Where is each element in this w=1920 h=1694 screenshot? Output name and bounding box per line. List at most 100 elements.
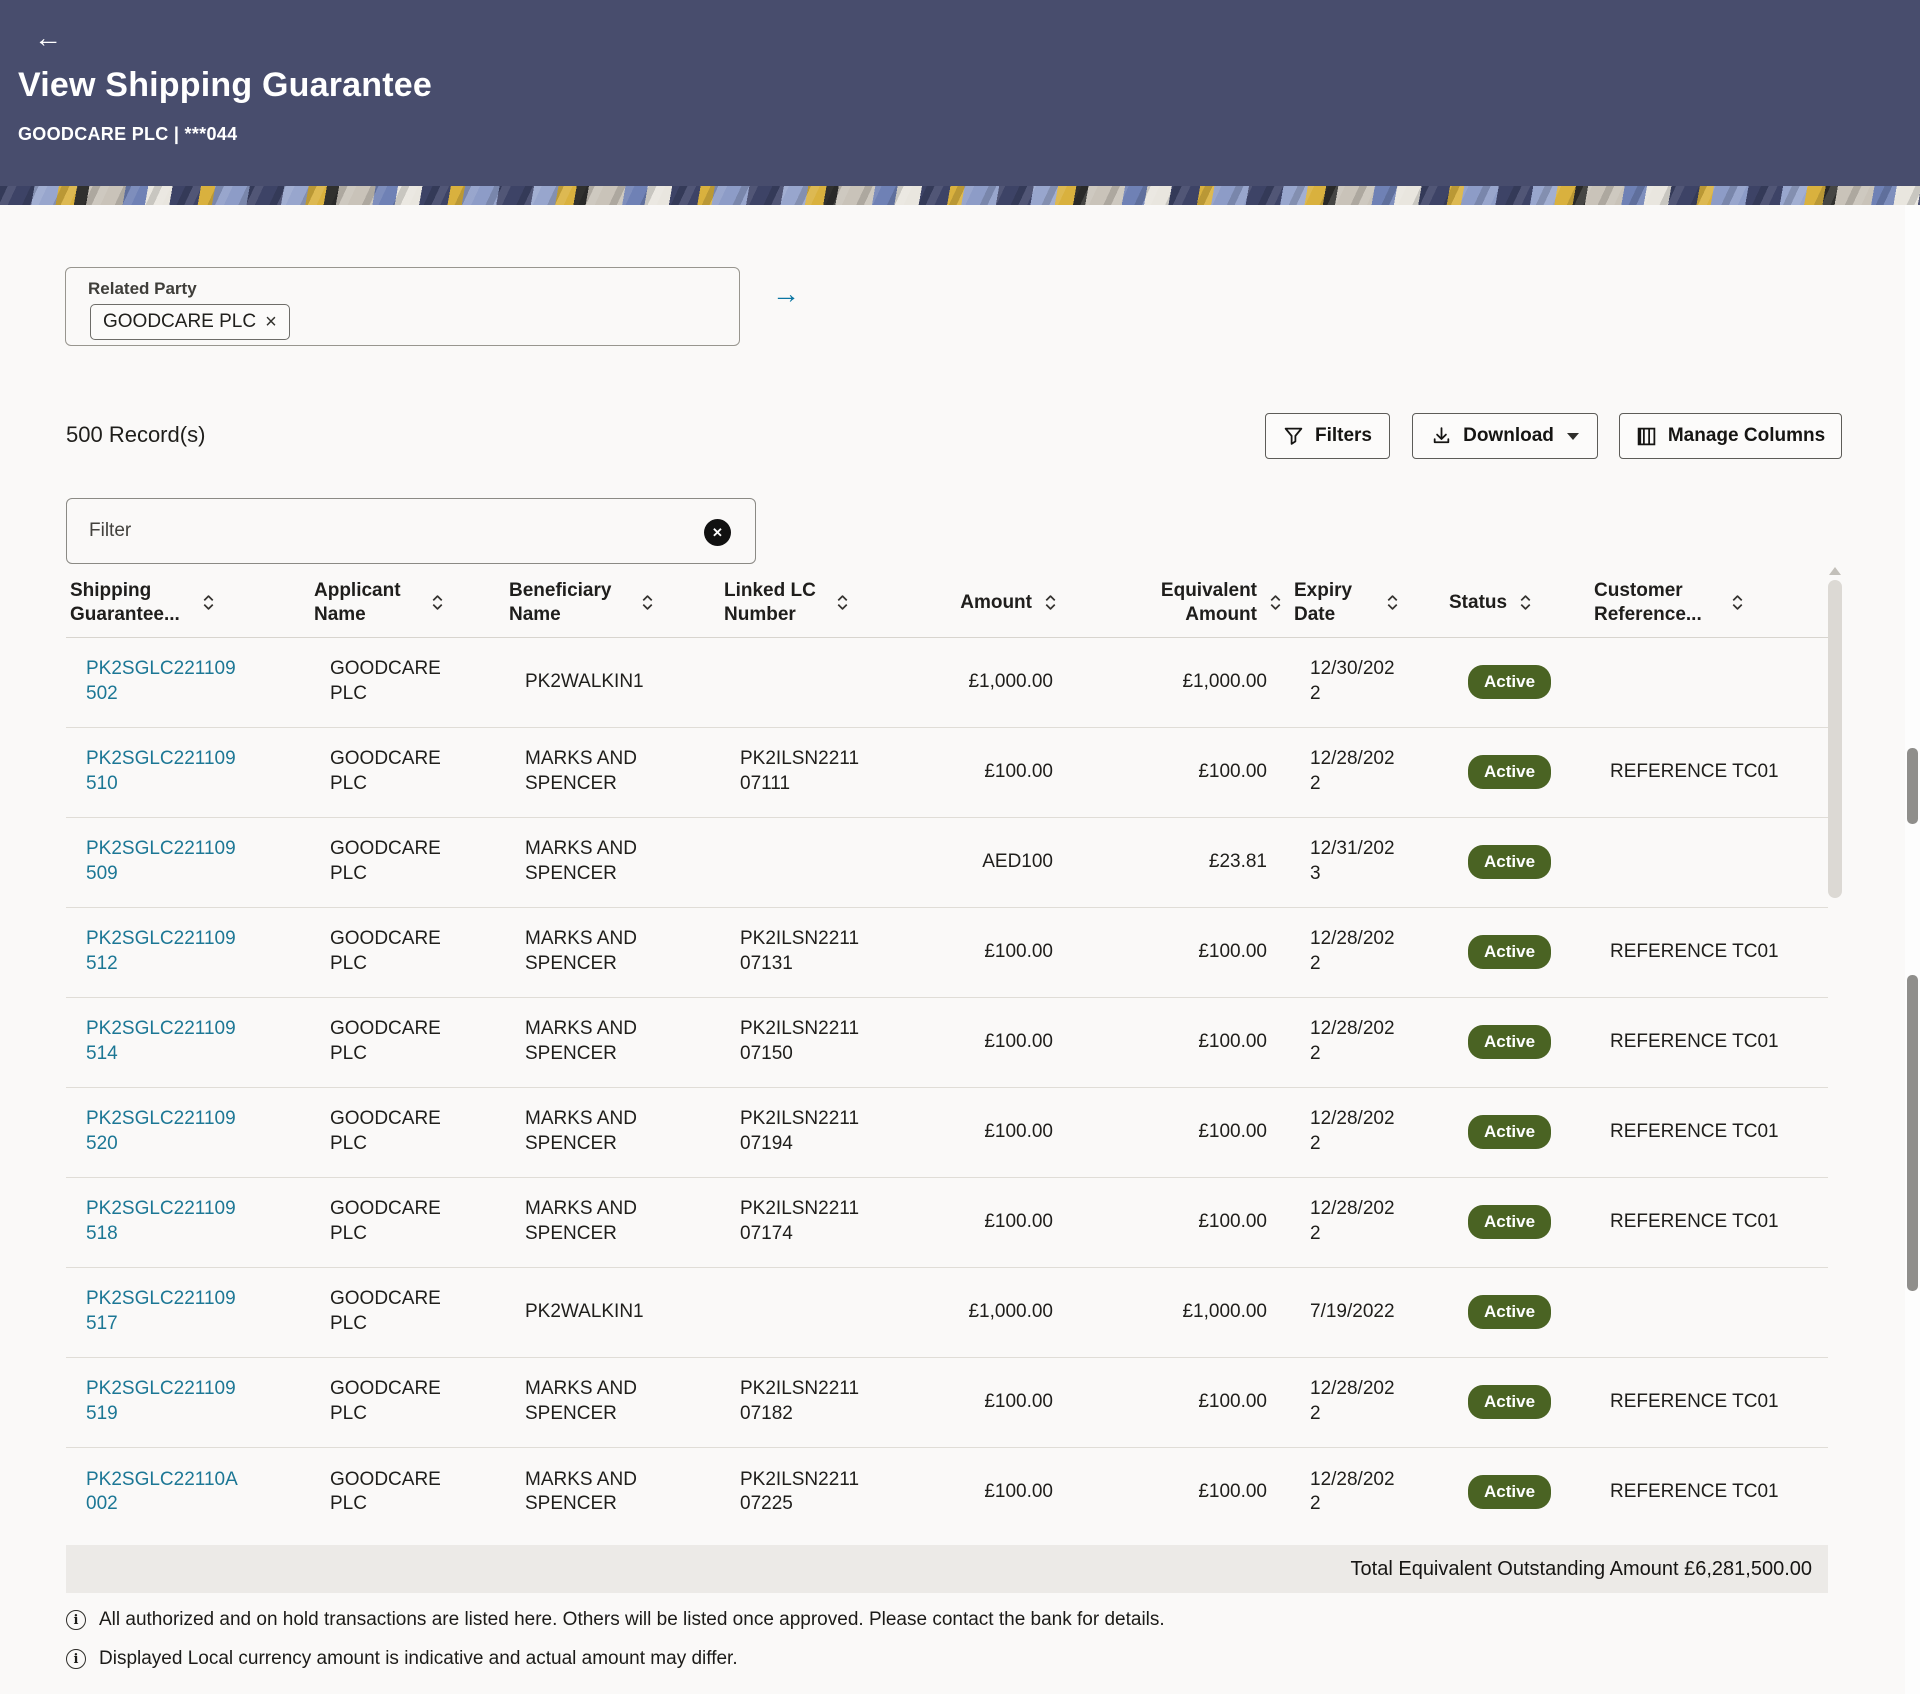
column-header-linked-lc-number[interactable]: Linked LC Number: [720, 569, 890, 637]
download-button[interactable]: Download: [1412, 413, 1598, 459]
sort-icon[interactable]: [1269, 594, 1282, 611]
page-scrollbar-thumb[interactable]: [1907, 748, 1918, 824]
cell-equivalent-amount: £1,000.00: [1065, 637, 1290, 727]
status-badge: Active: [1468, 755, 1551, 789]
related-party-chip[interactable]: GOODCARE PLC ×: [90, 304, 290, 340]
column-header-amount[interactable]: Amount: [890, 569, 1065, 637]
cell-expiry-date: 7/19/2022: [1290, 1267, 1445, 1357]
sort-icon[interactable]: [1044, 594, 1057, 611]
guarantee-ref-link[interactable]: PK2SGLC221109518: [86, 1197, 241, 1246]
cell-beneficiary-name: MARKS AND SPENCER: [505, 997, 720, 1087]
cell-applicant-name: GOODCARE PLC: [310, 997, 505, 1087]
cell-linked-lc-number: PK2ILSN221107194: [720, 1087, 890, 1177]
cell-text: REFERENCE TC01: [1610, 1211, 1779, 1232]
cell-text: PK2WALKIN1: [525, 670, 644, 695]
table-header-row: Shipping Guarantee... Applicant NameBenef…: [66, 569, 1828, 637]
guarantee-ref-link[interactable]: PK2SGLC221109519: [86, 1377, 241, 1426]
guarantee-ref-link[interactable]: PK2SGLC221109509: [86, 837, 241, 886]
filter-input[interactable]: [67, 499, 755, 563]
page-scrollbar-track[interactable]: [1905, 205, 1920, 1694]
cell-text: MARKS AND SPENCER: [525, 1107, 657, 1156]
sort-icon[interactable]: [1386, 594, 1399, 611]
table-scroll-up-icon[interactable]: [1829, 567, 1841, 575]
cell-beneficiary-name: MARKS AND SPENCER: [505, 1357, 720, 1447]
cell-text: PK2ILSN221107194: [740, 1107, 865, 1156]
cell-text: £100.00: [984, 1481, 1053, 1502]
column-label: Customer Reference...: [1594, 579, 1719, 627]
cell-applicant-name: GOODCARE PLC: [310, 1087, 505, 1177]
cell-equivalent-amount: £100.00: [1065, 907, 1290, 997]
clear-filter-icon[interactable]: ✕: [704, 519, 731, 546]
status-badge: Active: [1468, 1025, 1551, 1059]
cell-customer-reference: REFERENCE TC01: [1590, 1177, 1828, 1267]
cell-shipping-guarantee-ref: PK2SGLC221109517: [66, 1267, 310, 1357]
table-row: PK2SGLC221109510GOODCARE PLCMARKS AND SP…: [66, 727, 1828, 817]
cell-text: GOODCARE PLC: [330, 1377, 448, 1426]
cell-expiry-date: 12/28/2022: [1290, 907, 1445, 997]
cell-amount: £100.00: [890, 1177, 1065, 1267]
guarantee-ref-link[interactable]: PK2SGLC221109520: [86, 1107, 241, 1156]
cell-text: PK2ILSN221107182: [740, 1377, 865, 1426]
guarantee-ref-link[interactable]: PK2SGLC221109517: [86, 1287, 241, 1336]
cell-amount: £1,000.00: [890, 637, 1065, 727]
sort-icon[interactable]: [641, 594, 654, 611]
cell-text: £100.00: [984, 1391, 1053, 1412]
column-header-equivalent-amount[interactable]: Equivalent Amount: [1065, 569, 1290, 637]
guarantee-ref-link[interactable]: PK2SGLC22110A002: [86, 1468, 241, 1517]
chip-remove-icon[interactable]: ×: [265, 312, 277, 332]
sort-icon[interactable]: [1731, 594, 1744, 611]
table-scrollbar-thumb[interactable]: [1828, 580, 1842, 898]
table-row: PK2SGLC221109520 GOODCARE PLC MARKS AND SP…: [66, 1087, 1828, 1177]
column-header-customer-reference[interactable]: Customer Reference...: [1590, 569, 1828, 637]
chevron-down-icon: [1567, 433, 1579, 440]
cell-beneficiary-name: MARKS AND SPENCER: [505, 907, 720, 997]
guarantee-ref-link[interactable]: PK2SGLC221109512: [86, 927, 241, 976]
columns-icon: [1636, 426, 1657, 447]
cell-linked-lc-number: [720, 1267, 890, 1357]
cell-shipping-guarantee-ref: PK2SGLC221109519: [66, 1357, 310, 1447]
table-row: PK2SGLC22110A002 GOODCARE PLC MARKS AND SP…: [66, 1447, 1828, 1537]
cell-text: £100.00: [984, 941, 1053, 962]
cell-text: MARKS AND SPENCER: [525, 1468, 657, 1517]
cell-text: MARKS AND SPENCER: [525, 1017, 657, 1066]
column-label: Shipping Guarantee...: [70, 579, 190, 627]
sort-icon[interactable]: [1519, 594, 1532, 611]
cell-text: PK2ILSN221107225: [740, 1468, 865, 1517]
cell-amount: £100.00: [890, 997, 1065, 1087]
cell-text: £1,000.00: [1182, 1301, 1267, 1322]
page-subtitle: GOODCARE PLC | ***044: [18, 124, 237, 145]
sort-icon[interactable]: [202, 594, 215, 611]
cell-amount: £1,000.00: [890, 1267, 1065, 1357]
page-scrollbar-thumb[interactable]: [1907, 975, 1918, 1291]
guarantee-ref-link[interactable]: PK2SGLC221109514: [86, 1017, 241, 1066]
column-header-shipping-guarantee-ref[interactable]: Shipping Guarantee...: [66, 569, 310, 637]
apply-filter-arrow-icon[interactable]: →: [772, 278, 800, 310]
filters-button[interactable]: Filters: [1265, 413, 1390, 459]
column-header-expiry-date[interactable]: Expiry Date: [1290, 569, 1445, 637]
guarantee-ref-link[interactable]: PK2SGLC221109510: [86, 747, 241, 796]
column-header-beneficiary-name[interactable]: Beneficiary Name: [505, 569, 720, 637]
table-row: PK2SGLC221109518GOODCARE PLCMARKS AND SP…: [66, 1177, 1828, 1267]
back-button[interactable]: ←: [34, 24, 62, 52]
cell-text: MARKS AND SPENCER: [525, 1377, 657, 1426]
cell-linked-lc-number: PK2ILSN221107131: [720, 907, 890, 997]
cell-text: GOODCARE PLC: [330, 1107, 448, 1156]
sort-icon[interactable]: [431, 594, 444, 611]
related-party-field[interactable]: Related Party GOODCARE PLC ×: [65, 267, 740, 346]
cell-text: £100.00: [1198, 941, 1267, 962]
cell-text: 12/28/2022: [1310, 927, 1405, 976]
cell-status: Active: [1445, 817, 1590, 907]
cell-applicant-name: GOODCARE PLC: [310, 1447, 505, 1537]
guarantee-ref-link[interactable]: PK2SGLC221109502: [86, 657, 241, 706]
cell-text: £100.00: [984, 761, 1053, 782]
column-header-applicant-name[interactable]: Applicant Name: [310, 569, 505, 637]
cell-status: Active: [1445, 637, 1590, 727]
cell-text: REFERENCE TC01: [1610, 1481, 1779, 1502]
cell-beneficiary-name: MARKS AND SPENCER: [505, 817, 720, 907]
cell-text: MARKS AND SPENCER: [525, 747, 657, 796]
cell-text: GOODCARE PLC: [330, 927, 448, 976]
column-header-status[interactable]: Status: [1445, 569, 1590, 637]
sort-icon[interactable]: [836, 594, 849, 611]
cell-applicant-name: GOODCARE PLC: [310, 817, 505, 907]
manage-columns-button[interactable]: Manage Columns: [1619, 413, 1842, 459]
